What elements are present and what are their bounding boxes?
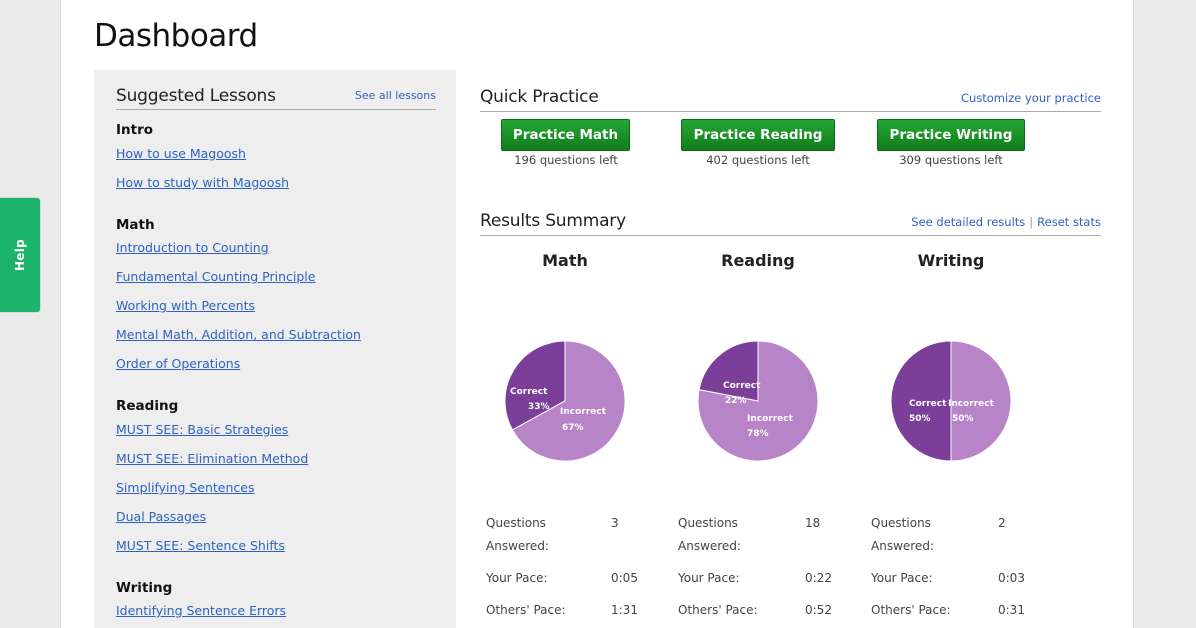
link-separator: | [1029, 215, 1034, 229]
quick-practice-header: Quick Practice Customize your practice [480, 86, 1101, 112]
subject-title-writing: Writing [917, 251, 985, 270]
your-pace-value: 0:03 [998, 571, 1025, 585]
your-pace-value: 0:05 [611, 571, 638, 585]
subject-title-reading: Reading [721, 251, 795, 270]
suggested-lessons-header: Suggested Lessons See all lessons [116, 86, 436, 110]
reading-pie-chart: Correct 22% Incorrect 78% [697, 340, 819, 462]
quick-practice-title: Quick Practice [480, 87, 599, 107]
suggested-lessons-title: Suggested Lessons [116, 86, 276, 106]
reading-questions-left: 402 questions left [706, 153, 810, 167]
questions-answered-label: Questions Answered: [486, 516, 549, 553]
help-tab[interactable]: Help [0, 198, 40, 312]
pie-label-incorrect: Incorrect [747, 414, 794, 424]
practice-writing-button[interactable]: Practice Writing [877, 119, 1025, 151]
others-pace-label: Others' Pace: [678, 603, 758, 617]
results-summary-title: Results Summary [480, 211, 626, 231]
questions-answered-value: 3 [611, 516, 619, 530]
questions-answered-value: 2 [998, 516, 1006, 530]
your-pace-value: 0:22 [805, 571, 832, 585]
lesson-link[interactable]: MUST SEE: Elimination Method [116, 451, 308, 466]
practice-reading-button[interactable]: Practice Reading [681, 119, 835, 151]
lesson-group-reading: Reading [116, 398, 179, 414]
pie-value-correct: 50% [909, 414, 931, 424]
others-pace-label: Others' Pace: [871, 603, 951, 617]
customize-practice-link[interactable]: Customize your practice [961, 91, 1101, 105]
pie-label-incorrect: Incorrect [948, 399, 995, 409]
pie-label-correct: Correct [723, 381, 761, 391]
others-pace-value: 0:52 [805, 603, 832, 617]
lesson-link[interactable]: Mental Math, Addition, and Subtraction [116, 327, 361, 342]
pie-value-correct: 33% [528, 402, 550, 412]
questions-answered-label: Questions Answered: [871, 516, 934, 553]
questions-answered-value: 18 [805, 516, 821, 530]
lesson-link[interactable]: Identifying Sentence Errors [116, 603, 286, 618]
pie-label-incorrect: Incorrect [560, 407, 607, 417]
see-all-lessons-link[interactable]: See all lessons [355, 89, 436, 102]
lesson-link[interactable]: How to study with Magoosh [116, 175, 289, 190]
math-questions-left: 196 questions left [514, 153, 618, 167]
reset-stats-link[interactable]: Reset stats [1037, 215, 1101, 229]
pie-value-incorrect: 67% [562, 423, 584, 433]
lesson-group-writing: Writing [116, 580, 173, 596]
help-label: Help [13, 238, 27, 272]
detailed-results-link[interactable]: See detailed results [911, 215, 1025, 229]
writing-pie-chart: Correct 50% Incorrect 50% [890, 340, 1012, 462]
pie-label-correct: Correct [909, 399, 947, 409]
pie-label-correct: Correct [510, 387, 548, 397]
pie-value-correct: 22% [725, 396, 747, 406]
lesson-group-intro: Intro [116, 122, 154, 138]
lesson-link[interactable]: Order of Operations [116, 356, 240, 371]
pie-value-incorrect: 78% [747, 429, 769, 439]
questions-answered-label: Questions Answered: [678, 516, 741, 553]
others-pace-value: 0:31 [998, 603, 1025, 617]
pie-value-incorrect: 50% [952, 414, 974, 424]
your-pace-label: Your Pace: [486, 571, 548, 585]
others-pace-value: 1:31 [611, 603, 638, 617]
page-title: Dashboard [94, 18, 258, 54]
others-pace-label: Others' Pace: [486, 603, 566, 617]
your-pace-label: Your Pace: [871, 571, 933, 585]
lesson-link[interactable]: Simplifying Sentences [116, 480, 254, 495]
lesson-link[interactable]: MUST SEE: Sentence Shifts [116, 538, 285, 553]
suggested-lessons-panel: Suggested Lessons See all lessons Intro … [94, 70, 456, 628]
practice-math-button[interactable]: Practice Math [501, 119, 630, 151]
lesson-link[interactable]: Introduction to Counting [116, 240, 269, 255]
results-summary-header: Results Summary See detailed results | Res… [480, 210, 1101, 236]
subject-title-math: Math [542, 251, 588, 270]
math-pie-chart: Correct 33% Incorrect 67% [504, 340, 626, 462]
lesson-link[interactable]: Dual Passages [116, 509, 206, 524]
lesson-link[interactable]: MUST SEE: Basic Strategies [116, 422, 288, 437]
lesson-group-math: Math [116, 217, 155, 233]
your-pace-label: Your Pace: [678, 571, 740, 585]
writing-questions-left: 309 questions left [899, 153, 1003, 167]
lesson-link[interactable]: How to use Magoosh [116, 146, 246, 161]
lesson-link[interactable]: Fundamental Counting Principle [116, 269, 315, 284]
lesson-link[interactable]: Working with Percents [116, 298, 255, 313]
